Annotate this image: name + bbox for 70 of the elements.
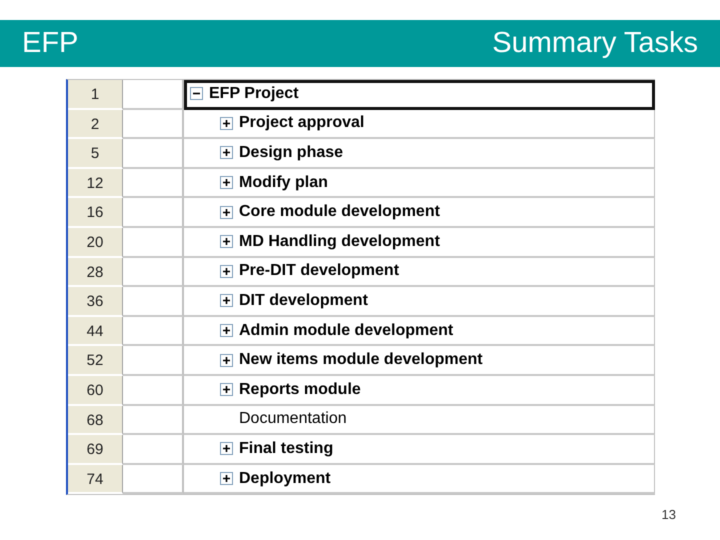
expand-icon[interactable] (220, 324, 233, 338)
expand-icon[interactable] (220, 264, 233, 278)
row-number: 2 (68, 110, 123, 140)
indicator-cell (123, 110, 184, 140)
row-number: 12 (68, 168, 123, 198)
expand-icon[interactable] (220, 442, 233, 456)
indicator-cell (123, 346, 184, 376)
indicator-cell (123, 168, 184, 198)
page-number: 13 (662, 507, 676, 522)
indicator-cell (123, 258, 184, 288)
task-name-cell[interactable]: Final testing (184, 435, 655, 465)
task-name: Design phase (239, 144, 344, 162)
task-name: Pre-DIT development (239, 262, 400, 280)
expand-icon[interactable] (220, 235, 233, 248)
task-name-cell[interactable]: Design phase (184, 139, 655, 169)
row-number: 69 (68, 435, 123, 465)
task-name-cell[interactable]: Pre-DIT development (184, 258, 655, 288)
expand-icon[interactable] (220, 206, 233, 219)
indicator-cell (123, 228, 184, 258)
task-name-cell[interactable]: MD Handling development (184, 228, 655, 258)
row-number: 36 (68, 287, 123, 317)
row-number: 44 (68, 316, 123, 346)
task-name: Core module development (239, 203, 440, 222)
task-name: EFP Project (209, 84, 299, 103)
task-name: Project approval (239, 114, 364, 132)
indicator-cell (123, 316, 184, 346)
indicator-cell (123, 406, 184, 436)
row-number: 16 (68, 198, 123, 228)
task-name-cell[interactable]: Project approval (184, 110, 655, 140)
task-name-cell[interactable]: Reports module (184, 376, 655, 406)
row-number: 52 (68, 346, 123, 376)
indicator-cell (123, 139, 184, 169)
row-number: 5 (68, 139, 123, 169)
row-number: 20 (68, 228, 123, 258)
task-name: Deployment (239, 470, 331, 488)
indicator-cell (123, 198, 184, 228)
row-number: 28 (68, 258, 123, 288)
task-name: Documentation (239, 410, 347, 428)
indicator-cell (123, 435, 184, 465)
row-number: 60 (68, 376, 123, 406)
task-name-cell[interactable]: Modify plan (184, 168, 655, 198)
task-name: Final testing (239, 440, 334, 458)
expand-icon[interactable] (220, 354, 233, 367)
task-name: New items module development (239, 351, 483, 370)
expand-icon[interactable] (220, 472, 233, 486)
task-name-cell[interactable]: DIT development (184, 287, 655, 317)
task-name-cell[interactable]: New items module development (184, 346, 655, 376)
task-name: Reports module (239, 380, 361, 399)
slide-title: Summary Tasks (492, 27, 698, 60)
task-name: MD Handling development (239, 232, 440, 251)
expand-icon[interactable] (220, 294, 233, 308)
slide-label: EFP (22, 27, 78, 60)
task-name: DIT development (239, 292, 368, 310)
row-number: 68 (68, 406, 123, 436)
task-name-cell[interactable]: Core module development (184, 198, 655, 228)
expand-icon[interactable] (220, 176, 233, 190)
task-name-cell[interactable]: Deployment (184, 464, 655, 494)
indicator-cell (123, 376, 184, 406)
task-name-cell[interactable]: Documentation (184, 406, 655, 436)
expand-icon[interactable] (220, 116, 233, 130)
row-number: 74 (68, 464, 123, 494)
expand-icon[interactable] (220, 146, 233, 160)
task-name: Admin module development (239, 322, 454, 340)
row-number: 1 (68, 80, 123, 110)
expand-icon[interactable] (220, 383, 233, 396)
collapse-icon[interactable] (190, 87, 203, 100)
task-name-cell[interactable]: Admin module development (184, 316, 655, 346)
task-name: Modify plan (239, 174, 328, 192)
indicator-cell (123, 287, 184, 317)
task-name-cell[interactable]: EFP Project (184, 80, 655, 110)
